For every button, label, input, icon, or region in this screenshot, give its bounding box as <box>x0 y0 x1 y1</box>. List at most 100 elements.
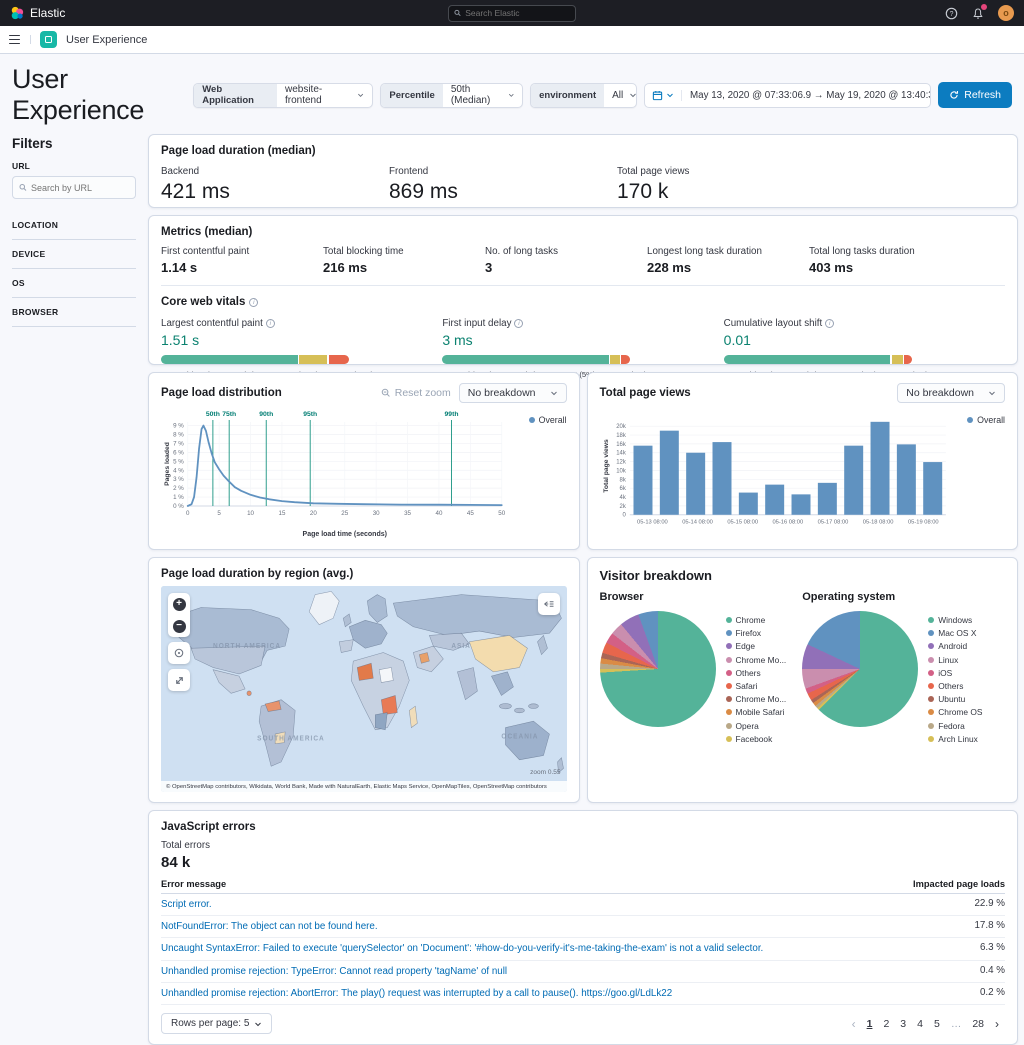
refresh-icon <box>950 90 959 99</box>
filter-section-os[interactable]: OS <box>12 269 136 298</box>
layers-icon <box>543 601 553 607</box>
legend-item[interactable]: Ubuntu <box>928 694 982 704</box>
rows-per-page-button[interactable]: Rows per page: 5 <box>161 1013 273 1035</box>
legend-item[interactable]: Edge <box>725 641 787 651</box>
breadcrumb[interactable]: User Experience <box>66 34 147 46</box>
info-icon[interactable]: i <box>514 319 524 328</box>
breakdown-select[interactable]: No breakdown <box>458 383 567 403</box>
date-range-picker[interactable]: May 13, 2020 @ 07:33:06.9 → May 19, 2020… <box>644 82 932 108</box>
previous-page-button[interactable]: ‹ <box>852 1017 856 1031</box>
refresh-button[interactable]: Refresh <box>938 82 1012 108</box>
chart-legend[interactable]: Overall <box>528 415 567 425</box>
legend-item[interactable]: Fedora <box>928 721 982 731</box>
map-zoom-out-button[interactable]: − <box>168 615 190 637</box>
legend-item[interactable]: Opera <box>725 721 787 731</box>
page-title: User Experience <box>12 64 145 125</box>
menu-hamburger-icon[interactable] <box>9 34 31 45</box>
elastic-logo-icon <box>11 6 24 20</box>
service-select[interactable]: Web Application website-frontend <box>193 82 374 108</box>
error-message-link[interactable]: Unhandled promise rejection: AbortError:… <box>161 987 945 1000</box>
help-icon[interactable]: ? <box>945 7 958 20</box>
url-search-input[interactable] <box>31 182 129 193</box>
vital-bar <box>723 355 912 364</box>
error-message-link[interactable]: NotFoundError: The object can not be fou… <box>161 920 945 933</box>
legend-item[interactable]: Chrome OS <box>928 707 982 717</box>
svg-text:3 %: 3 % <box>173 476 184 483</box>
browser-pie-chart[interactable] <box>599 611 716 727</box>
svg-text:?: ? <box>950 10 954 17</box>
map-expand-button[interactable] <box>168 669 190 691</box>
search-icon <box>454 9 461 17</box>
info-icon[interactable]: i <box>249 297 259 307</box>
legend-item[interactable]: Windows <box>928 615 982 625</box>
world-map[interactable]: NORTH AMERICA SOUTH AMERICA ASIA OCEANIA… <box>161 586 567 792</box>
page-number-4[interactable]: 4 <box>917 1018 923 1030</box>
browser-pie-legend: Chrome Firefox Edge Chrome Mo... Others Safar… <box>725 611 787 744</box>
percentile-select[interactable]: Percentile 50th (Median) <box>380 82 524 108</box>
chart-legend[interactable]: Overall <box>967 415 1005 425</box>
panel-title: JavaScript errors <box>161 821 256 833</box>
column-impacted-page-loads[interactable]: Impacted page loads <box>913 879 1005 889</box>
rows-per-page-label: Rows per page: 5 <box>171 1018 250 1030</box>
legend-item[interactable]: Safari <box>725 681 787 691</box>
error-message-link[interactable]: Unhandled promise rejection: TypeError: … <box>161 965 945 978</box>
global-search-input[interactable] <box>465 8 570 18</box>
error-message-link[interactable]: Uncaught SyntaxError: Failed to execute … <box>161 942 945 955</box>
legend-item[interactable]: Chrome <box>725 615 787 625</box>
svg-text:5 %: 5 % <box>173 458 184 465</box>
global-search[interactable] <box>448 4 576 22</box>
legend-item[interactable]: Arch Linux <box>928 734 982 744</box>
date-range-text[interactable]: May 13, 2020 @ 07:33:06.9 → May 19, 2020… <box>682 90 930 101</box>
calendar-button[interactable] <box>645 89 682 101</box>
environment-select[interactable]: environment All <box>530 82 637 108</box>
legend-item[interactable]: Mac OS X <box>928 628 982 638</box>
column-error-message[interactable]: Error message <box>161 879 226 889</box>
info-icon[interactable]: i <box>825 319 835 328</box>
info-icon[interactable]: i <box>265 319 275 328</box>
legend-item[interactable]: iOS <box>928 668 982 678</box>
legend-item[interactable]: Mobile Safari <box>725 707 787 717</box>
svg-text:2k: 2k <box>619 504 625 510</box>
crosshair-icon <box>174 648 184 658</box>
page-number-5[interactable]: 5 <box>934 1018 940 1030</box>
elastic-brand[interactable]: Elastic <box>10 6 210 20</box>
os-pie-chart[interactable] <box>802 611 919 727</box>
legend-item[interactable]: Android <box>928 641 982 651</box>
breakdown-select[interactable]: No breakdown <box>897 383 1005 403</box>
reset-zoom-button[interactable]: Reset zoom <box>381 387 451 399</box>
legend-item[interactable]: Others <box>725 668 787 678</box>
alerts-bell-icon[interactable] <box>972 3 987 20</box>
next-page-button[interactable]: › <box>995 1017 999 1031</box>
map-legend-collapse-button[interactable] <box>538 593 560 615</box>
page-number-28[interactable]: 28 <box>972 1018 984 1030</box>
error-message-link[interactable]: Script error. <box>161 898 945 911</box>
legend-item[interactable]: Facebook <box>725 734 787 744</box>
total-page-views-chart[interactable]: 0 2k 4k 6k 8k 10k 12k 14k 16k 18k 20k 05-13 08:00 05… <box>600 407 1005 544</box>
user-avatar[interactable]: o <box>998 5 1014 21</box>
chevron-down-icon <box>550 391 557 396</box>
filter-section-browser[interactable]: BROWSER <box>12 298 136 327</box>
filter-section-location[interactable]: LOCATION <box>12 211 136 240</box>
url-search[interactable] <box>12 176 136 199</box>
page-number-1[interactable]: 1 <box>867 1018 873 1030</box>
metrics-panel: Metrics (median) First contentful paint 1… <box>148 215 1018 379</box>
svg-text:50th: 50th <box>206 411 220 418</box>
map-set-view-button[interactable] <box>168 642 190 664</box>
legend-item[interactable]: Firefox <box>725 628 787 638</box>
legend-item[interactable]: Linux <box>928 655 982 665</box>
legend-item[interactable]: Chrome Mo... <box>725 655 786 665</box>
legend-item[interactable]: Chrome Mo... <box>725 694 786 704</box>
page-number-2[interactable]: 2 <box>883 1018 889 1030</box>
world-map-canvas[interactable]: NORTH AMERICA SOUTH AMERICA ASIA OCEANIA <box>161 586 567 792</box>
filter-section-device[interactable]: DEVICE <box>12 240 136 269</box>
map-zoom-in-button[interactable]: + <box>168 593 190 615</box>
page-number-3[interactable]: 3 <box>900 1018 906 1030</box>
legend-item[interactable]: Others <box>928 681 982 691</box>
ux-app-icon[interactable] <box>40 31 57 48</box>
svg-text:30: 30 <box>373 510 380 517</box>
browser-pie-title: Browser <box>599 591 644 603</box>
svg-text:25: 25 <box>341 510 348 517</box>
page-load-distribution-chart[interactable]: 0 % 1 % 2 % 3 % 4 % 5 % 6 % 7 % 8 % 9 % 0 5 10 15 20 25… <box>161 407 567 544</box>
core-web-vital: First input delayi3 msGood (90%)Needs im… <box>442 318 723 379</box>
error-table-row: NotFoundError: The object can not be fou… <box>161 916 1005 939</box>
